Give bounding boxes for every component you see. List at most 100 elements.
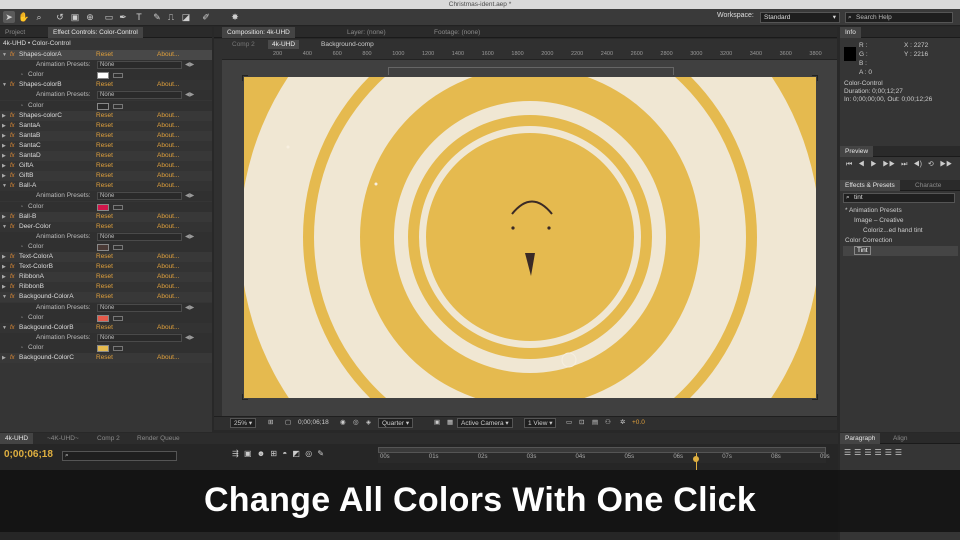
reset-link[interactable]: Reset [96,111,113,121]
fx-icon[interactable]: fx [10,161,15,171]
triangle-down-icon[interactable]: ▼ [2,50,7,60]
effects-tree-item[interactable]: * Animation Presets [843,206,958,216]
loop-icon[interactable]: ⟲ [928,161,934,168]
camera-snapshot-icon[interactable]: ◉ [340,418,346,428]
rotate-tool-icon[interactable]: ↺ [54,11,66,23]
tab-effects-presets[interactable]: Effects & Presets [840,180,900,191]
zoom-select[interactable]: 25% ▾ [230,418,257,428]
about-link[interactable]: About... [157,151,179,161]
effect-row[interactable]: ▶ fx SantaA Reset About... [0,120,212,131]
triangle-right-icon[interactable]: ▶ [2,161,6,171]
effects-search-input[interactable]: ⌕ tint [843,193,955,203]
motion-blur-icon[interactable]: ◓ [282,449,287,458]
fx-icon[interactable]: fx [10,252,15,262]
about-link[interactable]: About... [157,131,179,141]
presets-dropdown[interactable]: None [97,232,182,241]
triangle-down-icon[interactable]: ▼ [2,181,7,191]
tab-timeline-4k-uhd[interactable]: 4k-UHD [0,433,34,444]
fx-icon[interactable]: fx [10,222,15,232]
flowchart-icon[interactable]: ⚇ [605,418,611,428]
tab-paragraph[interactable]: Paragraph [840,433,881,444]
hand-tool-icon[interactable]: ✋ [18,11,30,23]
triangle-right-icon[interactable]: ▶ [2,111,6,121]
effect-row[interactable]: ▼ fx Deer-Color Reset About... [0,221,212,232]
preset-arrows-icon[interactable]: ◀▶ [185,191,194,201]
about-link[interactable]: About... [157,141,179,151]
presets-dropdown[interactable]: None [97,192,182,201]
timeline-search-input[interactable]: ⌕ [62,451,177,461]
about-link[interactable]: About... [157,262,179,272]
frame-blend-icon[interactable]: ⊞ [270,449,277,458]
snapshot-icon[interactable]: ▢ [285,418,291,428]
stopwatch-icon[interactable]: ◔ [20,101,23,111]
eyedropper-icon[interactable] [113,73,123,79]
stopwatch-icon[interactable]: ◔ [20,242,23,252]
fx-icon[interactable]: fx [10,121,15,131]
effect-row[interactable]: ▶ fx RibbonB Reset About... [0,282,212,293]
tab-align[interactable]: Align [888,433,912,444]
tab-character[interactable]: Characte [910,180,946,191]
preset-arrows-icon[interactable]: ◀▶ [185,90,194,100]
fx-icon[interactable]: fx [10,323,15,333]
color-swatch[interactable] [97,344,109,352]
play-icon[interactable]: ▶ [870,161,876,168]
triangle-right-icon[interactable]: ▶ [2,131,6,141]
presets-dropdown[interactable]: None [97,91,182,100]
presets-dropdown[interactable]: None [97,333,182,342]
effect-row[interactable]: ▶ fx RibbonA Reset About... [0,272,212,283]
clone-stamp-tool-icon[interactable]: ⎍ [165,11,177,23]
eraser-tool-icon[interactable]: ◪ [180,11,192,23]
eyedropper-icon[interactable] [113,345,123,351]
shy-icon[interactable]: ☻ [257,449,265,458]
draft-3d-icon[interactable]: ▣ [244,449,252,458]
stopwatch-icon[interactable]: ◔ [20,313,23,323]
reset-link[interactable]: Reset [96,181,113,191]
effect-row[interactable]: ▼ fx Shapes-colorB Reset About... [0,80,212,91]
tab-project[interactable]: Project [0,27,30,38]
breadcrumb-background-comp[interactable]: Background-comp [321,41,374,48]
reset-link[interactable]: Reset [96,50,113,60]
search-help-input[interactable]: ⌕ Search Help [845,12,953,23]
pan-behind-tool-icon[interactable]: ⊕ [84,11,96,23]
breadcrumb-4k-uhd[interactable]: 4k-UHD [268,40,300,49]
reset-link[interactable]: Reset [96,151,113,161]
fx-icon[interactable]: fx [10,212,15,222]
exposure-value[interactable]: +0.0 [632,418,645,428]
triangle-right-icon[interactable]: ▶ [2,262,6,272]
effect-row[interactable]: ▼ fx Shapes-colorA Reset About... [0,50,212,60]
triangle-right-icon[interactable]: ▶ [2,353,6,363]
fx-icon[interactable]: fx [10,171,15,181]
preset-arrows-icon[interactable]: ◀▶ [185,60,194,70]
show-snapshot-icon[interactable]: ◎ [353,418,359,428]
region-icon[interactable]: ▣ [434,418,440,428]
fx-icon[interactable]: fx [10,80,15,90]
camera-select[interactable]: Active Camera ▾ [457,418,513,428]
type-tool-icon[interactable]: T [133,11,145,23]
tab-preview[interactable]: Preview [840,146,874,157]
timeline-icon[interactable]: ▤ [592,418,598,428]
effect-row[interactable]: ▶ fx Text-ColorB Reset About... [0,262,212,273]
effect-row[interactable]: ▶ fx SantaD Reset About... [0,151,212,161]
effect-row[interactable]: ▶ fx SantaB Reset About... [0,130,212,141]
stopwatch-icon[interactable]: ◔ [20,202,23,212]
color-swatch[interactable] [97,72,109,80]
about-link[interactable]: About... [157,272,179,282]
reset-link[interactable]: Reset [96,353,113,363]
tab-composition[interactable]: Composition: 4k-UHD [222,27,295,38]
fx-icon[interactable]: fx [10,50,15,60]
fx-icon[interactable]: fx [10,282,15,292]
preset-arrows-icon[interactable]: ◀▶ [185,232,194,242]
effect-row[interactable]: ▶ fx Text-ColorA Reset About... [0,252,212,262]
reset-link[interactable]: Reset [96,262,113,272]
audio-icon[interactable]: ◀) [913,161,922,168]
brush-tool-icon[interactable]: ✎ [151,11,163,23]
about-link[interactable]: About... [157,161,179,171]
color-swatch[interactable] [97,203,109,211]
reset-link[interactable]: Reset [96,282,113,292]
effects-tree-item[interactable]: Coloriz...ed hand tint [843,226,958,236]
triangle-right-icon[interactable]: ▶ [2,121,6,131]
fast-preview-icon[interactable]: ⊡ [579,418,584,428]
triangle-right-icon[interactable]: ▶ [2,272,6,282]
pen-tool-icon[interactable]: ✒ [117,11,129,23]
channel-icon[interactable]: ◈ [366,418,371,428]
